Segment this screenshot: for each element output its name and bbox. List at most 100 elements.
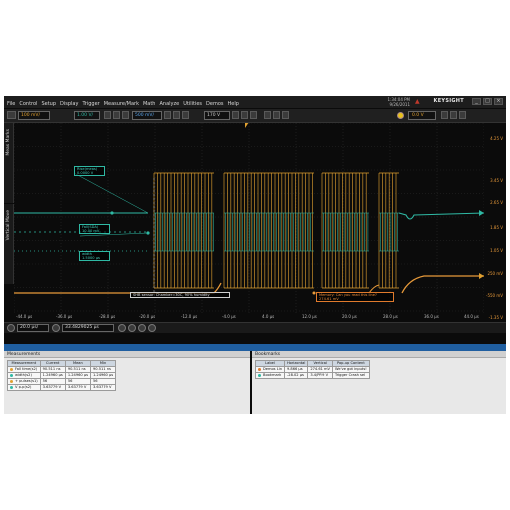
bookmarks-col-horizontal[interactable]: Horizontal [283, 360, 309, 367]
y-label-1: 4.25 V [490, 136, 503, 141]
annotation-width-value: 1.5000 µs [82, 256, 100, 261]
channel-4-on-button[interactable] [250, 111, 257, 119]
measurement-name-text: width(s2) [15, 373, 32, 377]
results-panel-header: Results - Measurement & Logic [4, 344, 506, 361]
close-button[interactable]: × [494, 98, 503, 105]
annotation-shb-sensor[interactable]: SHB sensor: Chamber=30C, 90% humidity [130, 292, 230, 299]
bookmark-label-text: Demos Lin [263, 367, 282, 371]
measurement-mean: 3.63779 V [64, 384, 91, 391]
side-tab-vertical-move[interactable]: Vertical Move [4, 204, 14, 284]
trigger-setup-button[interactable] [459, 111, 466, 119]
channel-3-down-button[interactable] [173, 111, 180, 119]
measurement-name: V p-p(s2) [7, 384, 41, 391]
bookmarks-col-popup[interactable]: Pop-up Content [332, 360, 370, 367]
bookmark-vertical: 3.4/PP.9 V [307, 372, 334, 379]
bookmark-label-text: Bookmark [263, 373, 282, 377]
menu-setup[interactable]: Setup [41, 100, 56, 108]
menu-help[interactable]: Help [227, 100, 238, 108]
channel-4-down-button[interactable] [241, 111, 248, 119]
channel-3-on-button[interactable] [182, 111, 189, 119]
channel-color-icon [10, 373, 13, 377]
annotation-fall-sda-value: 10.00 mV [82, 229, 100, 234]
channel-menu-button[interactable] [7, 111, 16, 119]
channel-2-scale[interactable]: 1.00 V/ [74, 111, 100, 120]
x-label-3: -28.0 µs [99, 314, 116, 319]
measurement-row[interactable]: width(s2) 1.24960 µs 1.24960 µs 1.24960 µs [7, 372, 117, 379]
y-label-7: -550 mV [486, 293, 503, 298]
measurement-row[interactable]: V p-p(s2) 3.63779 V 3.63779 V 3.63779 V [7, 384, 117, 391]
channel-3-scale[interactable]: 500 mV/ [132, 111, 162, 120]
menu-utilities[interactable]: Utilities [183, 100, 202, 108]
trigger-slope-button[interactable] [450, 111, 457, 119]
side-tab-meas-marks-label: Meas Marks [6, 129, 11, 156]
teal-marker-dot [146, 231, 150, 235]
horizontal-position-knob-icon[interactable] [52, 324, 60, 332]
x-label-11: 36.0 µs [424, 314, 439, 319]
annotation-rise-meas[interactable]: Rise(meas) 0.0000 V [74, 166, 105, 177]
menu-display[interactable]: Display [60, 100, 78, 108]
annotation-rise-meas-value: 0.0000 V [77, 171, 94, 176]
minimize-button[interactable]: _ [472, 98, 481, 105]
measurement-name: + pulses(s1) [7, 378, 41, 385]
channel-2-down-button[interactable] [113, 111, 120, 119]
horizontal-scale-knob-icon[interactable] [7, 324, 15, 332]
ref-button[interactable] [273, 111, 280, 119]
horizontal-ref-icon[interactable] [148, 324, 156, 332]
bookmark-color-icon [258, 367, 261, 371]
channel-4-up-button[interactable] [232, 111, 239, 119]
channel-4-scale[interactable]: 170 V [204, 111, 230, 120]
side-tab-meas-marks[interactable]: Meas Marks [4, 123, 14, 203]
system-clock: 1:34:04 PM 9/26/2011 [387, 97, 410, 107]
bookmark-color-icon [258, 373, 261, 377]
annotation-fall-sda[interactable]: Fall(SDA) 10.00 mV [79, 224, 110, 235]
channel-1-offset-marker-icon [479, 273, 484, 279]
channel-1-scale[interactable]: 100 mV/ [18, 111, 50, 120]
delay-field[interactable]: 33.4829025 µs [62, 324, 114, 332]
measurement-name: Fall time(s2) [7, 366, 41, 373]
annotation-memory[interactable]: Memory: Can you read this line? 274.61 m… [316, 292, 394, 303]
measurement-name-text: Fall time(s2) [15, 367, 38, 371]
menu-measure-mark[interactable]: Measure/Mark [104, 100, 139, 108]
menu-file[interactable]: File [7, 100, 15, 108]
menu-demos[interactable]: Demos [206, 100, 223, 108]
menu-analyze[interactable]: Analyze [159, 100, 179, 108]
y-label-8: -1.35 V [488, 315, 503, 320]
zoom-knob-icon[interactable] [118, 324, 126, 332]
x-label-2: -36.0 µs [56, 314, 73, 319]
timebase-field[interactable]: 20.0 µs/ [17, 324, 49, 332]
orange-trace-after [401, 275, 484, 294]
measurements-col-name[interactable]: Measurement [7, 360, 41, 367]
annotation-width[interactable]: width 1.5000 µs [79, 251, 110, 262]
waveform-display[interactable] [14, 123, 484, 320]
x-label-7: 4.0 µs [262, 314, 275, 319]
maximize-button[interactable]: □ [483, 98, 492, 105]
x-label-10: 28.0 µs [383, 314, 398, 319]
trigger-mode-button[interactable] [441, 111, 448, 119]
channel-3-up-button[interactable] [164, 111, 171, 119]
bus-button[interactable] [282, 111, 289, 119]
menu-math[interactable]: Math [143, 100, 156, 108]
clock-date: 9/26/2011 [389, 102, 410, 107]
roll-mode-icon[interactable] [128, 324, 136, 332]
channel-2-up-button[interactable] [104, 111, 111, 119]
bookmark-label: Demos Lin [255, 366, 285, 373]
y-label-6: 250 mV [487, 271, 503, 276]
xy-mode-icon[interactable] [138, 324, 146, 332]
bookmark-row[interactable]: Bookmark -28.02 µs 3.4/PP.9 V Trigger Crash… [255, 372, 370, 379]
teal-marker-dot [110, 211, 114, 215]
math-button[interactable] [264, 111, 271, 119]
y-label-4: 1.85 V [490, 225, 503, 230]
measurement-current: 3.63779 V [39, 384, 66, 391]
channel-2-on-button[interactable] [122, 111, 129, 119]
trigger-level[interactable]: 0.0 V [408, 111, 436, 120]
measurements-table: Measurement Current Mean Min Fall time(s… [7, 360, 117, 391]
oscilloscope-screen: File Control Setup Display Trigger Measu… [4, 96, 506, 414]
menu-control[interactable]: Control [19, 100, 37, 108]
menu-bar: File Control Setup Display Trigger Measu… [4, 100, 239, 108]
x-label-9: 20.0 µs [342, 314, 357, 319]
menu-trigger[interactable]: Trigger [82, 100, 99, 108]
bookmarks-table: Label Horizontal Vertical Pop-up Content… [255, 360, 370, 379]
title-bar: File Control Setup Display Trigger Measu… [4, 96, 506, 108]
channel-color-icon [10, 385, 13, 389]
bookmark-row[interactable]: Demos Lin 9.866 µs 274.61 mV We've got inpu… [255, 366, 370, 373]
